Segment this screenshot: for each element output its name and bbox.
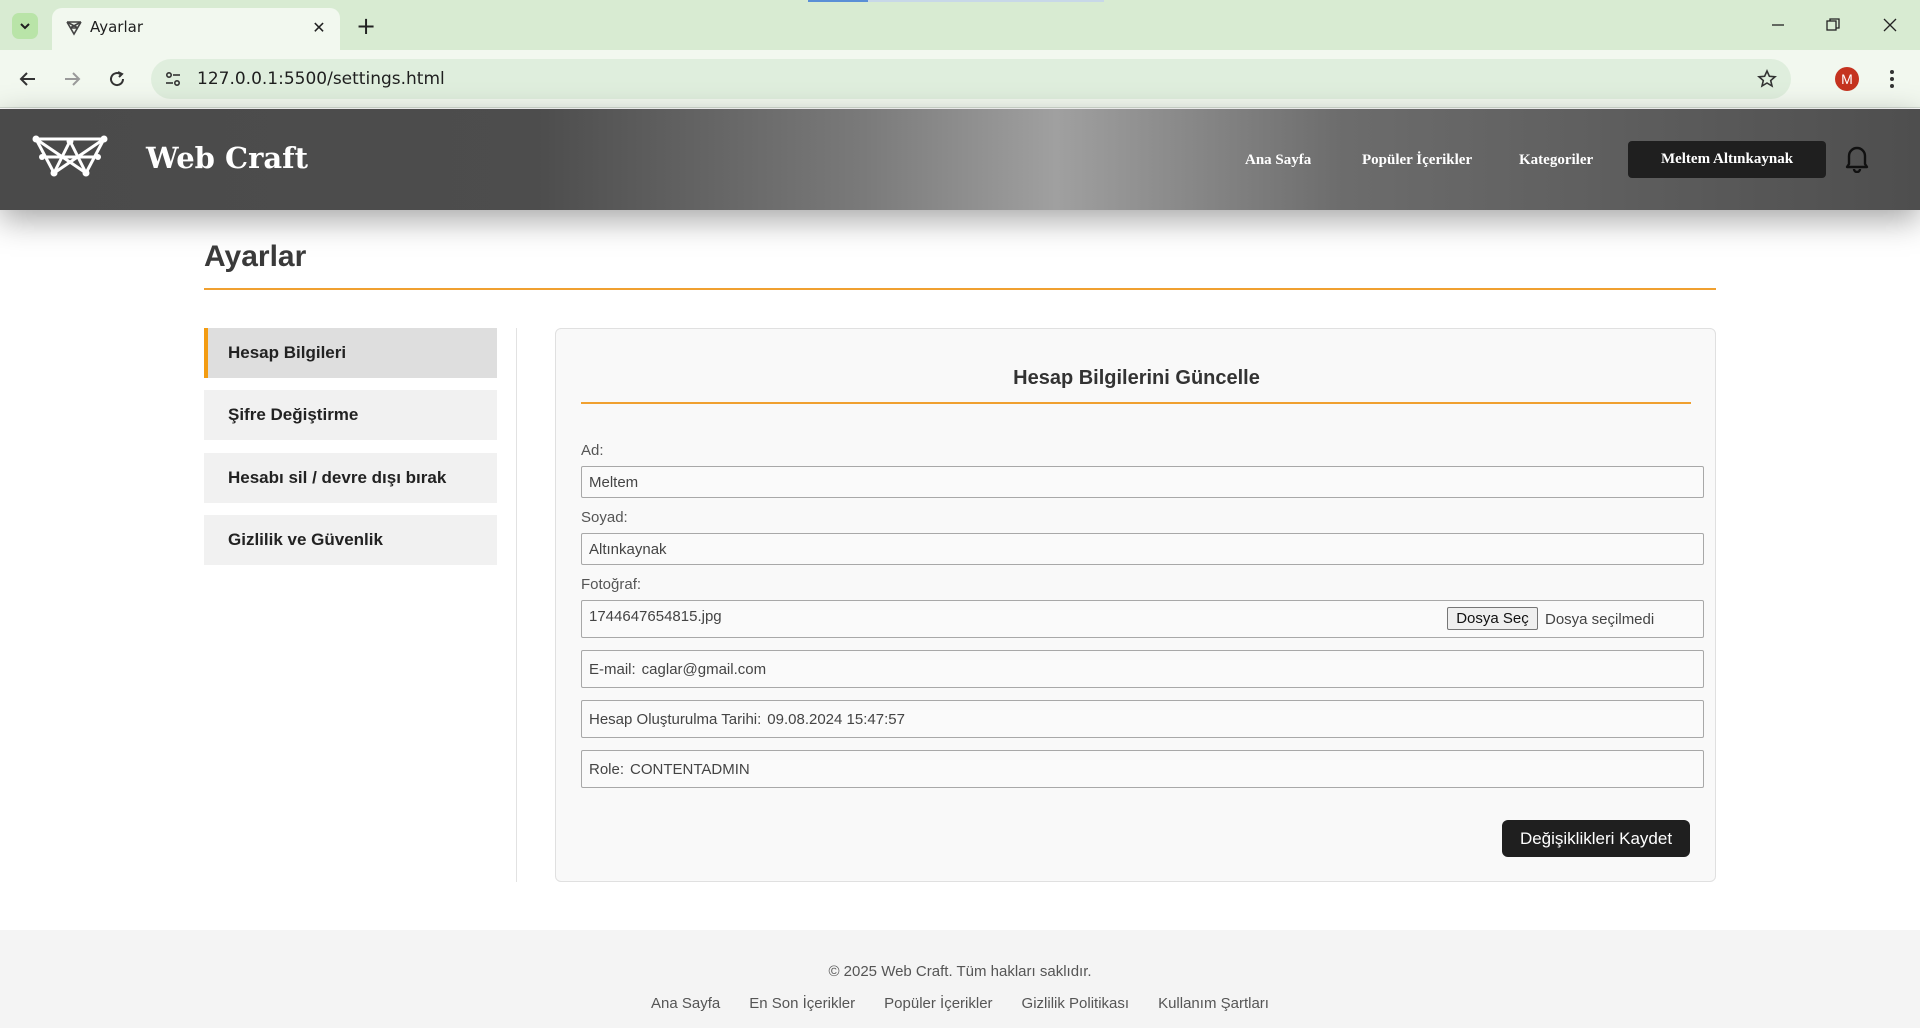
sidebar-item-privacy-security[interactable]: Gizlilik ve Güvenlik — [204, 515, 497, 565]
email-value: caglar@gmail.com — [641, 660, 767, 678]
tab-search-button[interactable] — [12, 13, 38, 39]
footer-links: Ana Sayfa En Son İçerikler Popüler İçeri… — [0, 995, 1920, 1012]
role-label: Role: — [589, 760, 625, 778]
tab-title: Ayarlar — [90, 18, 144, 36]
nav-home-link[interactable]: Ana Sayfa — [1245, 152, 1311, 169]
footer-link-latest[interactable]: En Son İçerikler — [749, 995, 855, 1012]
role-value: CONTENTADMIN — [630, 760, 750, 778]
first-name-label: Ad: — [581, 442, 604, 459]
panel-title: Hesap Bilgilerini Güncelle — [1013, 367, 1260, 389]
user-menu-button[interactable]: Meltem Altınkaynak — [1628, 141, 1826, 178]
created-date-label: Hesap Oluşturulma Tarihi: — [589, 710, 762, 728]
created-date-display: Hesap Oluşturulma Tarihi: 09.08.2024 15:… — [581, 700, 1704, 738]
web-craft-favicon-icon — [66, 21, 82, 36]
forward-arrow-icon[interactable] — [57, 64, 87, 94]
browser-menu-icon[interactable] — [1880, 65, 1904, 93]
web-craft-logo-icon[interactable] — [32, 133, 108, 181]
file-status-text: Dosya seçilmedi — [1545, 611, 1655, 628]
new-tab-button[interactable]: + — [352, 12, 380, 40]
back-arrow-icon[interactable] — [13, 64, 43, 94]
browser-tab-strip: Ayarlar ✕ + — [0, 0, 1920, 50]
site-info-icon[interactable] — [161, 67, 185, 91]
current-photo-filename: 1744647654815.jpg — [589, 608, 722, 625]
sidebar-item-account-info[interactable]: Hesap Bilgileri — [204, 328, 497, 378]
close-window-icon[interactable] — [1872, 10, 1908, 40]
reload-icon[interactable] — [102, 64, 132, 94]
panel-title-divider — [581, 402, 1691, 404]
site-footer: © 2025 Web Craft. Tüm hakları saklıdır. … — [0, 930, 1920, 1028]
sidebar-divider — [516, 328, 517, 882]
browser-tab[interactable]: Ayarlar ✕ — [52, 8, 340, 50]
site-header: Web Craft Ana Sayfa Popüler İçerikler Ka… — [0, 109, 1920, 210]
profile-avatar[interactable]: M — [1835, 67, 1859, 91]
footer-link-terms[interactable]: Kullanım Şartları — [1158, 995, 1269, 1012]
last-name-label: Soyad: — [581, 509, 628, 526]
account-info-panel: Hesap Bilgilerini Güncelle Ad: Meltem So… — [555, 328, 1716, 882]
footer-link-privacy[interactable]: Gizlilik Politikası — [1022, 995, 1130, 1012]
title-divider — [204, 288, 1716, 290]
nav-categories-link[interactable]: Kategoriler — [1519, 152, 1593, 169]
nav-popular-link[interactable]: Popüler İçerikler — [1362, 152, 1472, 169]
sidebar-item-change-password[interactable]: Şifre Değiştirme — [204, 390, 497, 440]
footer-link-popular[interactable]: Popüler İçerikler — [884, 995, 992, 1012]
minimize-icon[interactable] — [1760, 10, 1796, 40]
save-changes-button[interactable]: Değişiklikleri Kaydet — [1502, 820, 1690, 857]
tab-loading-track — [868, 0, 1104, 2]
email-display: E-mail: caglar@gmail.com — [581, 650, 1704, 688]
choose-file-button[interactable]: Dosya Seç — [1447, 607, 1538, 630]
brand-name[interactable]: Web Craft — [146, 141, 308, 175]
chevron-down-icon — [20, 23, 30, 30]
email-label: E-mail: — [589, 660, 636, 678]
photo-label: Fotoğraf: — [581, 576, 642, 593]
notification-bell-icon[interactable] — [1844, 143, 1870, 173]
address-bar[interactable]: 127.0.0.1:5500/settings.html — [151, 59, 1791, 99]
url-text: 127.0.0.1:5500/settings.html — [197, 69, 445, 89]
created-date-value: 09.08.2024 15:47:57 — [767, 710, 905, 728]
tab-close-icon[interactable]: ✕ — [308, 17, 330, 39]
tab-loading-indicator — [808, 0, 868, 2]
last-name-input[interactable]: Altınkaynak — [581, 533, 1704, 565]
photo-field: 1744647654815.jpg Dosya Seç Dosya seçilm… — [581, 600, 1704, 638]
sidebar-item-delete-account[interactable]: Hesabı sil / devre dışı bırak — [204, 453, 497, 503]
role-display: Role: CONTENTADMIN — [581, 750, 1704, 788]
footer-link-home[interactable]: Ana Sayfa — [651, 995, 720, 1012]
first-name-input[interactable]: Meltem — [581, 466, 1704, 498]
bookmark-star-icon[interactable] — [1753, 65, 1781, 93]
copyright-text: © 2025 Web Craft. Tüm hakları saklıdır. — [828, 963, 1092, 980]
page-title: Ayarlar — [204, 240, 307, 273]
restore-icon[interactable] — [1815, 10, 1851, 40]
browser-toolbar: 127.0.0.1:5500/settings.html M — [0, 50, 1920, 108]
